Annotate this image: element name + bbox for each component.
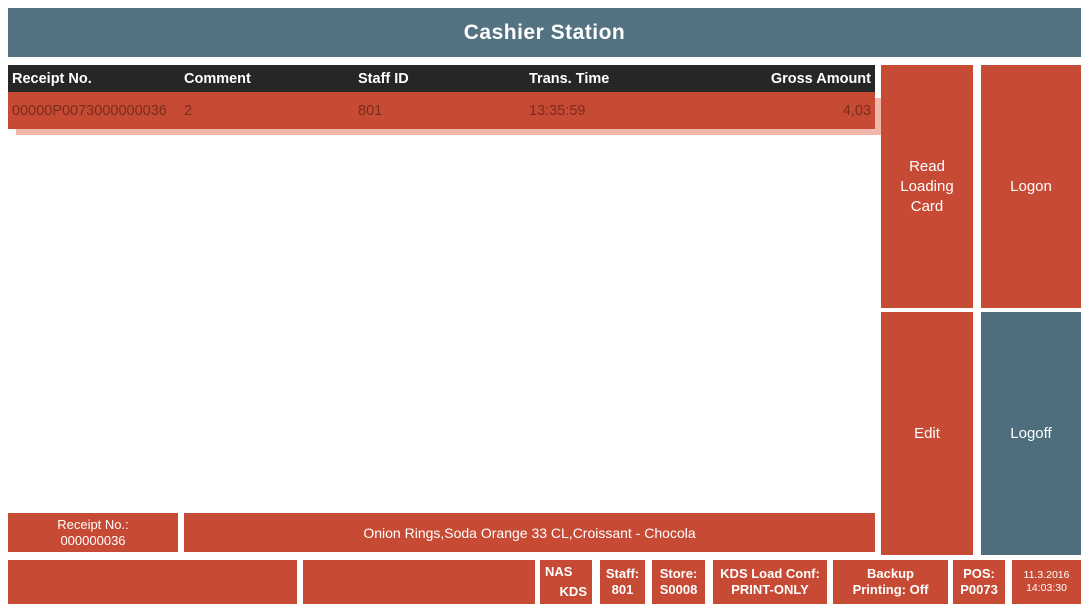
cell-gross-amount: 4,03	[842, 102, 871, 119]
cell-comment: 2	[184, 102, 193, 119]
status-cell-kds-load-conf: KDS Load Conf: PRINT-ONLY	[713, 560, 827, 604]
nas-indicator: NAS	[545, 564, 573, 579]
transaction-table-header: Receipt No. Comment Staff ID Trans. Time…	[8, 65, 875, 92]
backup-printing-label: Backup	[867, 566, 914, 581]
column-header-staff-id: Staff ID	[358, 70, 409, 87]
receipt-number-panel: Receipt No.: 000000036	[8, 513, 178, 552]
store-label: Store:	[659, 566, 698, 581]
read-loading-card-button[interactable]: Read Loading Card	[881, 65, 973, 308]
column-header-gross-amount: Gross Amount	[770, 70, 871, 87]
cell-staff-id: 801	[358, 102, 383, 119]
status-cell-pos: POS: P0073	[953, 560, 1005, 604]
kds-load-conf-label: KDS Load Conf:	[720, 566, 820, 581]
status-cell-empty-2	[303, 560, 535, 604]
receipt-items-text: Onion Rings,Soda Orange 33 CL,Croissant …	[363, 524, 696, 541]
page-title: Cashier Station	[463, 20, 626, 44]
column-header-comment: Comment	[184, 70, 251, 87]
backup-printing-value: Printing: Off	[852, 582, 929, 597]
pos-value: P0073	[960, 582, 998, 597]
cell-trans-time: 13:35:59	[529, 102, 586, 119]
store-value: S0008	[659, 582, 698, 597]
kds-load-conf-value: PRINT-ONLY	[731, 582, 809, 597]
title-bar: Cashier Station	[8, 8, 1081, 57]
status-cell-datetime: 11.3.2016 14:03:30	[1012, 560, 1081, 604]
pos-label: POS:	[963, 566, 995, 581]
edit-button[interactable]: Edit	[881, 312, 973, 555]
receipt-number-label: Receipt No.:	[57, 516, 129, 532]
cashier-station-window: Cashier Station Receipt No. Comment Staf…	[0, 0, 1089, 611]
date-value: 11.3.2016	[1023, 569, 1070, 581]
transaction-row[interactable]: 00000P0073000000036 2 801 13:35:59 4,03	[8, 92, 875, 129]
status-cell-empty-1	[8, 560, 297, 604]
time-value: 14:03:30	[1026, 582, 1067, 594]
staff-label: Staff:	[605, 566, 640, 581]
logoff-button[interactable]: Logoff	[981, 312, 1081, 555]
status-cell-store: Store: S0008	[652, 560, 705, 604]
kds-indicator: KDS	[559, 584, 587, 599]
receipt-items-panel: Onion Rings,Soda Orange 33 CL,Croissant …	[184, 513, 875, 552]
status-cell-staff: Staff: 801	[600, 560, 645, 604]
column-header-receipt-no: Receipt No.	[12, 70, 92, 87]
logon-button[interactable]: Logon	[981, 65, 1081, 308]
column-header-trans-time: Trans. Time	[529, 70, 610, 87]
staff-value: 801	[611, 582, 634, 597]
status-cell-backup-printing: Backup Printing: Off	[833, 560, 948, 604]
status-cell-nas-kds: NAS KDS	[540, 560, 592, 604]
cell-receipt-no: 00000P0073000000036	[12, 102, 167, 119]
receipt-number-value: 000000036	[60, 532, 126, 548]
